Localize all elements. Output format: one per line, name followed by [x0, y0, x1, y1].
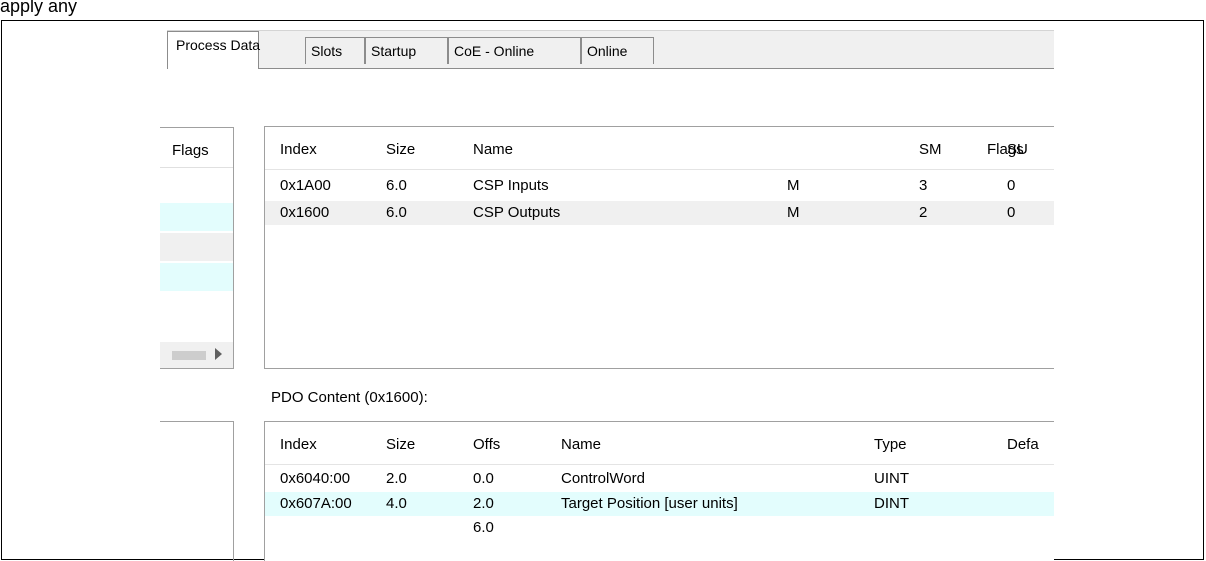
cell-index: 0x1600 [280, 204, 330, 221]
column-header-offs[interactable]: Offs [473, 436, 500, 453]
tab-process-data[interactable]: Process Data [167, 31, 260, 69]
cell-size: 6.0 [386, 177, 407, 194]
tab-online[interactable]: Online [581, 37, 654, 64]
column-header-size[interactable]: Size [386, 141, 415, 158]
list-item[interactable] [160, 233, 233, 261]
list-item[interactable] [160, 263, 233, 291]
scrollbar-thumb[interactable] [172, 351, 206, 360]
cell-index: 0x6040:00 [280, 470, 351, 487]
pdo-content-label: PDO Content (0x1600): [271, 389, 428, 406]
column-header-index[interactable]: Index [280, 141, 317, 158]
sm-list-flags-header[interactable]: Flags [160, 128, 233, 168]
scroll-right-icon[interactable] [215, 348, 222, 360]
table-row[interactable]: 0x6040:00 2.0 0.0 ControlWord UINT [265, 467, 1054, 491]
table-row[interactable]: 0x1600 6.0 CSP Outputs M 2 0 [265, 201, 1054, 225]
table-header: Index Size Offs Name Type Defa [265, 422, 1054, 465]
column-header-name[interactable]: Name [473, 141, 513, 158]
cell-size: 2.0 [386, 470, 407, 487]
table-row[interactable]: 6.0 [265, 516, 1054, 540]
cell-name: CSP Outputs [473, 204, 561, 221]
tab-startup[interactable]: Startup [365, 37, 448, 64]
column-header-default[interactable]: Defa [1007, 436, 1039, 453]
list-item[interactable] [160, 175, 233, 203]
cell-type: UINT [874, 470, 909, 487]
tab-coe-online[interactable]: CoE - Online [448, 37, 581, 64]
cell-flags: M [787, 204, 800, 221]
cell-offs: 0.0 [473, 470, 494, 487]
left-lower-list[interactable] [160, 421, 234, 561]
cell-sm: 2 [919, 204, 928, 221]
cell-offs: 6.0 [473, 519, 494, 536]
cell-su: 0 [1007, 177, 1016, 194]
tab-slots[interactable]: Slots [305, 37, 365, 64]
background-text: apply any [0, 0, 78, 16]
cell-offs: 2.0 [473, 495, 494, 512]
cell-index: 0x1A00 [280, 177, 331, 194]
column-header-index[interactable]: Index [280, 436, 317, 453]
column-header-su[interactable]: SU [1007, 141, 1028, 158]
cell-name: Target Position [user units] [561, 495, 738, 512]
column-header-name[interactable]: Name [561, 436, 601, 453]
cell-size: 6.0 [386, 204, 407, 221]
column-header-size[interactable]: Size [386, 436, 415, 453]
sm-list[interactable]: Flags [160, 127, 234, 369]
cell-sm: 3 [919, 177, 928, 194]
pdo-list-table[interactable]: Index Size Name Flags SM SU 0x1A00 6.0 C… [264, 126, 1054, 369]
horizontal-scrollbar[interactable] [160, 342, 233, 368]
cell-su: 0 [1007, 204, 1016, 221]
cell-flags: M [787, 177, 800, 194]
pdo-content-table[interactable]: Index Size Offs Name Type Defa 0x6040:00… [264, 421, 1054, 561]
cell-name: ControlWord [561, 470, 645, 487]
cell-index: 0x607A:00 [280, 495, 352, 512]
column-header-sm[interactable]: SM [919, 141, 942, 158]
cell-type: DINT [874, 495, 909, 512]
table-row[interactable]: 0x1A00 6.0 CSP Inputs M 3 0 [265, 174, 1054, 198]
table-header: Index Size Name Flags SM SU [265, 127, 1054, 170]
cell-size: 4.0 [386, 495, 407, 512]
table-row[interactable]: 0x607A:00 4.0 2.0 Target Position [user … [265, 492, 1054, 516]
list-item[interactable] [160, 203, 233, 231]
cell-name: CSP Inputs [473, 177, 549, 194]
column-header-type[interactable]: Type [874, 436, 907, 453]
